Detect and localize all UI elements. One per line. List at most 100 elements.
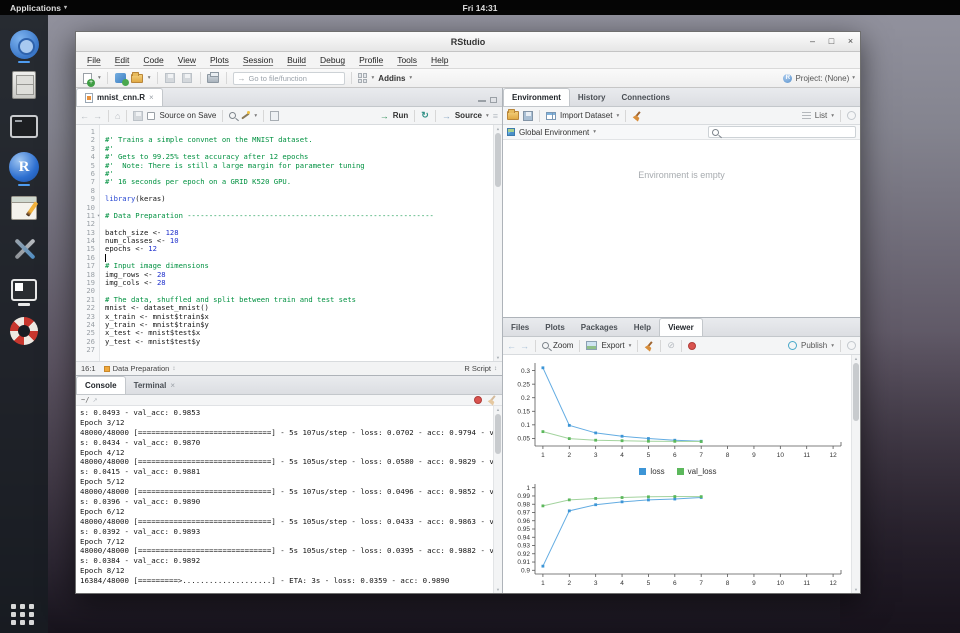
clear-console-icon[interactable] — [487, 395, 497, 405]
chevron-down-icon[interactable]: ▾ — [148, 75, 151, 81]
viewer-tab[interactable]: Help — [626, 318, 659, 336]
file-type-menu[interactable]: R Script ↕ — [464, 364, 497, 373]
goto-file-input[interactable] — [249, 74, 340, 83]
export-button[interactable]: Export — [601, 341, 624, 350]
dock-item-r[interactable]: R — [5, 147, 43, 187]
chevron-down-icon[interactable]: ▾ — [486, 113, 489, 119]
menu-item[interactable]: Edit — [108, 55, 137, 65]
save-workspace-icon[interactable] — [523, 111, 533, 121]
open-file-button[interactable] — [131, 72, 144, 85]
menu-item[interactable]: Tools — [390, 55, 424, 65]
project-menu[interactable]: R Project: (None) ▾ — [783, 74, 855, 83]
back-icon[interactable]: ← — [80, 111, 89, 121]
minimize-button[interactable]: – — [803, 32, 822, 51]
refresh-icon[interactable] — [847, 341, 856, 350]
environment-search-input[interactable] — [722, 129, 852, 136]
zoom-button[interactable]: Zoom — [553, 341, 573, 350]
maximize-button[interactable]: □ — [822, 32, 841, 51]
pane-layout-button[interactable] — [358, 73, 368, 83]
code-tools-icon[interactable] — [240, 111, 250, 121]
addins-menu[interactable]: Addins — [378, 74, 405, 83]
dock-item-help[interactable] — [5, 311, 43, 351]
dock-item-text-editor[interactable] — [5, 188, 43, 228]
source-button[interactable]: Source — [455, 111, 482, 120]
goto-file-search[interactable]: → — [233, 72, 345, 85]
back-icon[interactable]: ← — [507, 341, 516, 351]
refresh-icon[interactable] — [847, 111, 856, 120]
menu-item[interactable]: File — [80, 55, 108, 65]
console-tab[interactable]: Terminal × — [126, 376, 183, 394]
close-button[interactable]: × — [841, 32, 860, 51]
find-replace-icon[interactable] — [229, 112, 236, 119]
titlebar[interactable]: RStudio – □ × — [76, 32, 860, 52]
new-file-button[interactable] — [81, 72, 94, 85]
console-tab[interactable]: Console — [76, 376, 126, 394]
code-area[interactable]: #' Trains a simple convnet on the MNIST … — [100, 125, 493, 361]
chevron-down-icon[interactable]: ▾ — [372, 75, 375, 81]
minimize-pane-icon[interactable] — [478, 100, 486, 102]
import-dataset-button[interactable]: Import Dataset — [560, 111, 612, 120]
console-scrollbar[interactable]: ▲ ▼ — [493, 406, 502, 593]
svg-text:0.3: 0.3 — [521, 368, 530, 375]
forward-icon[interactable]: → — [93, 111, 102, 121]
close-tab-icon[interactable]: × — [170, 381, 175, 390]
load-workspace-icon[interactable] — [507, 111, 519, 120]
open-directory-icon[interactable]: ↗ — [92, 397, 97, 404]
save-icon[interactable] — [133, 111, 143, 121]
source-on-save-checkbox[interactable] — [147, 112, 155, 120]
forward-icon[interactable]: → — [520, 341, 529, 351]
scrollbar-thumb[interactable] — [495, 133, 501, 187]
chevron-down-icon[interactable]: ▾ — [98, 75, 101, 81]
save-all-button[interactable] — [181, 72, 194, 85]
chevron-down-icon[interactable]: ▾ — [593, 129, 596, 135]
print-button[interactable] — [207, 72, 220, 85]
compile-report-icon[interactable] — [270, 111, 279, 121]
show-in-folder-icon[interactable]: ⌂ — [115, 111, 120, 121]
dock-item-terminal[interactable] — [5, 106, 43, 146]
clear-all-icon[interactable]: ⊘ — [667, 340, 675, 351]
dock-item-chromium[interactable] — [5, 24, 43, 64]
environment-tab[interactable]: Connections — [613, 88, 677, 106]
environment-search[interactable] — [708, 126, 856, 138]
dock-item-tools[interactable] — [5, 229, 43, 269]
viewer-tab[interactable]: Plots — [537, 318, 573, 336]
environment-tab[interactable]: History — [570, 88, 614, 106]
scrollbar-thumb[interactable] — [495, 414, 501, 454]
section-jump-menu[interactable]: Data Preparation ↕ — [104, 364, 176, 373]
menu-item[interactable]: Debug — [313, 55, 352, 65]
tab-mnist-cnn[interactable]: mnist_cnn.R × — [76, 88, 163, 106]
menu-item[interactable]: Help — [424, 55, 455, 65]
code-editor[interactable]: 1234567891011121314151617181920212223242… — [76, 125, 502, 361]
list-view-button[interactable]: List — [815, 111, 827, 120]
scrollbar-thumb[interactable] — [853, 363, 859, 421]
maximize-pane-icon[interactable] — [490, 97, 497, 103]
editor-scrollbar[interactable]: ▲ ▼ — [493, 125, 502, 361]
environment-tab[interactable]: Environment — [503, 88, 570, 106]
menu-item[interactable]: Profile — [352, 55, 390, 65]
console-output[interactable]: s: 0.0493 - val_acc: 0.9853Epoch 3/12480… — [76, 406, 493, 593]
stop-icon[interactable] — [688, 342, 696, 350]
viewer-tab[interactable]: Files — [503, 318, 537, 336]
show-applications-button[interactable] — [11, 604, 37, 625]
dock-item-display[interactable] — [5, 270, 43, 310]
publish-button[interactable]: Publish — [801, 341, 827, 350]
dock-item-file-manager[interactable] — [5, 65, 43, 105]
document-outline-icon[interactable]: ≡ — [493, 111, 498, 121]
stop-icon[interactable] — [474, 396, 482, 404]
menu-item[interactable]: View — [171, 55, 203, 65]
save-button[interactable] — [164, 72, 177, 85]
new-project-button[interactable] — [114, 72, 127, 85]
close-tab-icon[interactable]: × — [149, 93, 154, 102]
viewer-scrollbar[interactable]: ▲ ▼ — [851, 355, 860, 593]
viewer-tab[interactable]: Packages — [573, 318, 626, 336]
environment-scope-menu[interactable]: Global Environment — [519, 128, 589, 137]
rerun-icon[interactable]: ↻ — [421, 110, 429, 121]
clear-viewer-icon[interactable] — [644, 341, 654, 351]
clear-environment-icon[interactable] — [632, 111, 642, 121]
viewer-tab[interactable]: Viewer — [659, 318, 703, 336]
run-button[interactable]: Run — [393, 111, 409, 120]
menu-item[interactable]: Code — [136, 55, 170, 65]
menu-item[interactable]: Session — [236, 55, 280, 65]
menu-item[interactable]: Plots — [203, 55, 236, 65]
menu-item[interactable]: Build — [280, 55, 313, 65]
